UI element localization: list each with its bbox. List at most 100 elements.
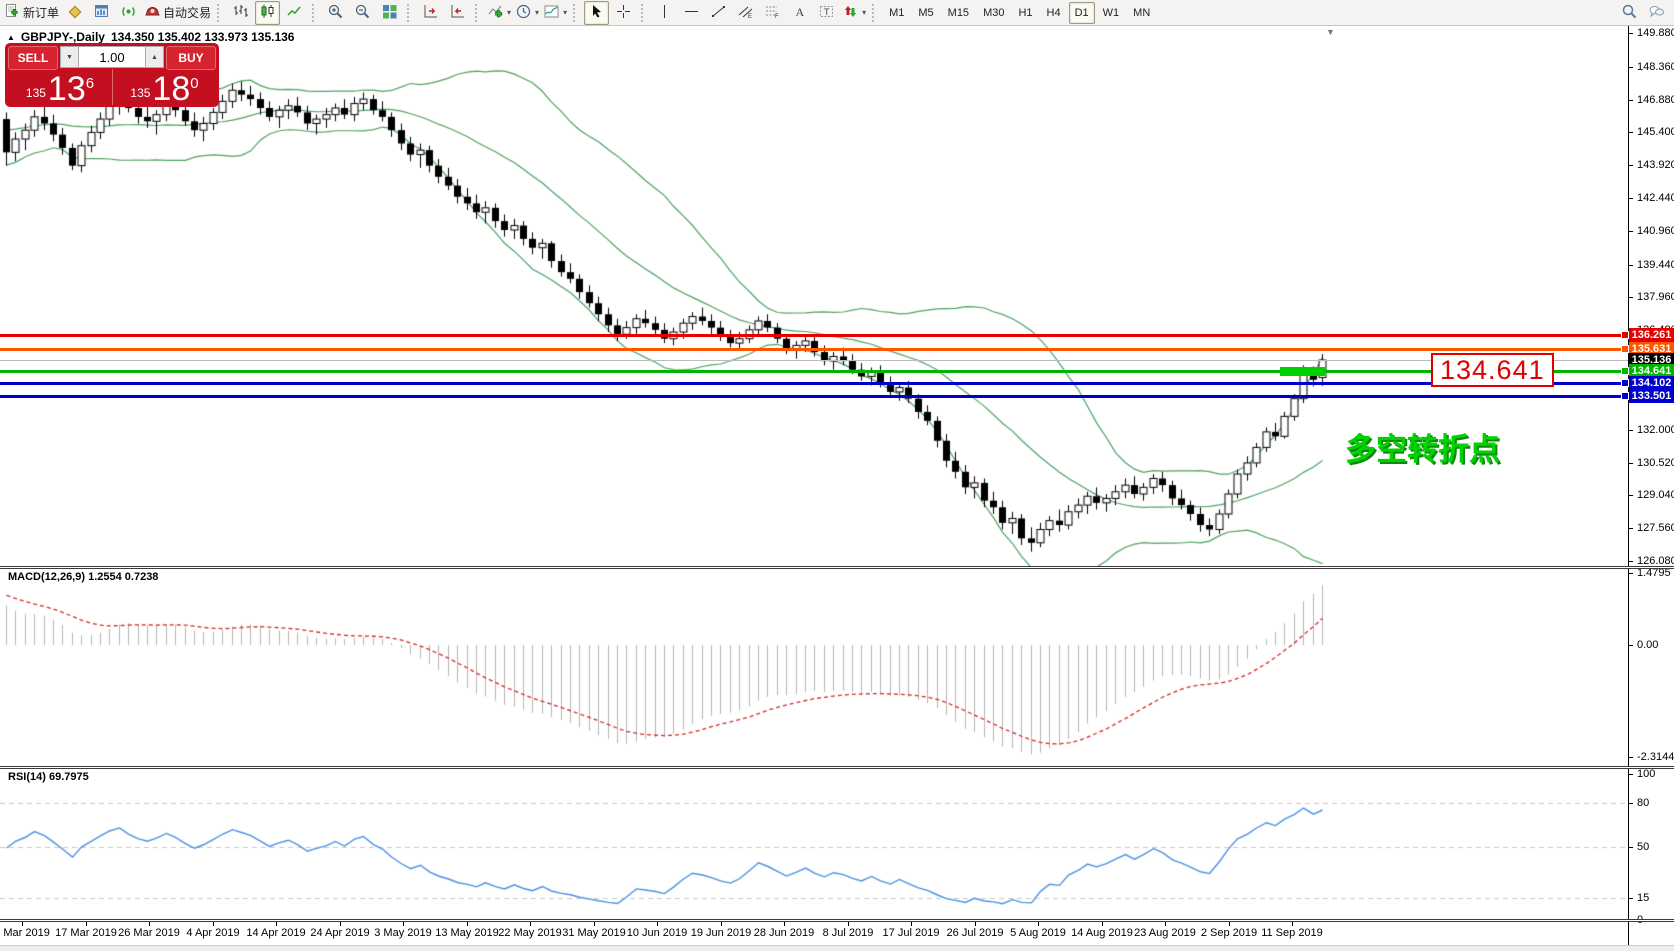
trendline-button[interactable] <box>706 1 731 25</box>
timeframe-m5-button[interactable]: M5 <box>912 2 939 24</box>
equidistant-channel-button[interactable]: E <box>733 1 758 25</box>
panel-separator-rsi[interactable] <box>0 766 1674 769</box>
timeframe-m1-button[interactable]: M1 <box>883 2 910 24</box>
date-tick <box>1292 922 1293 926</box>
timeframe-m30-button[interactable]: M30 <box>977 2 1010 24</box>
buy-price-display[interactable]: 135 18 0 <box>112 69 216 105</box>
horizontal-line-button[interactable] <box>679 1 704 25</box>
date-tick <box>276 922 277 926</box>
volume-increase-button[interactable]: ▲ <box>145 46 164 68</box>
line-chart-button[interactable] <box>282 1 307 25</box>
toolbar-separator <box>407 4 413 22</box>
line-marker-135_631[interactable] <box>1621 345 1629 353</box>
search-button[interactable] <box>1617 1 1642 25</box>
panel-separator-macd[interactable] <box>0 566 1674 569</box>
periods-button[interactable]: ▾ <box>514 1 540 25</box>
hline-134_641[interactable] <box>0 370 1628 373</box>
time-axis[interactable]: 7 Mar 201917 Mar 201926 Mar 20194 Apr 20… <box>0 922 1674 945</box>
volume-decrease-button[interactable]: ▼ <box>60 46 79 68</box>
new-order-icon <box>4 3 21 23</box>
date-label: 24 Apr 2019 <box>310 927 369 939</box>
toolbar-separator <box>573 4 579 22</box>
templates-button[interactable]: ▾ <box>542 1 568 25</box>
timeframe-m15-button[interactable]: M15 <box>942 2 975 24</box>
autotrading-button[interactable]: 自动交易 <box>143 1 212 25</box>
sell-button[interactable]: SELL <box>8 46 58 70</box>
rsi-50-label: 50 <box>1637 841 1649 853</box>
date-tick <box>22 922 23 926</box>
date-tick <box>721 922 722 926</box>
macd-panel-canvas[interactable] <box>0 569 1628 766</box>
buy-price-point: 0 <box>190 75 198 92</box>
date-label: 14 Aug 2019 <box>1071 927 1133 939</box>
chart-shift-button[interactable] <box>445 1 470 25</box>
cursor-button[interactable] <box>584 1 609 25</box>
new-order-button[interactable]: 新订单 <box>3 1 60 25</box>
macd-indicator-label: MACD(12,26,9) 1.2554 0.7238 <box>8 571 158 583</box>
annotation-text[interactable]: 多空转折点 <box>1345 424 1500 469</box>
candlestick-chart-button[interactable] <box>255 1 280 25</box>
autoscroll-icon <box>422 3 439 23</box>
line-marker-136_261[interactable] <box>1621 331 1629 339</box>
line-marker-134_102[interactable] <box>1621 379 1629 387</box>
template-icon <box>543 3 560 23</box>
fibonacci-button[interactable]: F <box>760 1 785 25</box>
rsi-panel-canvas[interactable] <box>0 769 1628 919</box>
text-label-button[interactable]: T <box>814 1 839 25</box>
main-chart-canvas[interactable] <box>0 26 1628 566</box>
chat-icon <box>1648 3 1665 23</box>
chart-title: ▲ GBPJPY-,Daily 134.350 135.402 133.973 … <box>7 30 294 44</box>
hline-133_501[interactable] <box>0 395 1628 398</box>
date-tick <box>975 922 976 926</box>
text-button[interactable]: A <box>787 1 812 25</box>
symbol-period-label: GBPJPY-,Daily <box>21 30 105 44</box>
svg-text:A: A <box>796 5 805 19</box>
hline-134_102[interactable] <box>0 382 1628 385</box>
bars-icon <box>232 3 249 23</box>
linechart-icon <box>286 3 303 23</box>
price-callout-label[interactable]: 134.641 <box>1431 353 1554 387</box>
dropdown-arrow-icon: ▾ <box>563 8 567 17</box>
chart-shift-marker-icon[interactable]: ▼ <box>1326 27 1335 37</box>
arrows-button[interactable]: ▾ <box>841 1 867 25</box>
hline-136_261[interactable] <box>0 334 1628 337</box>
date-tick <box>340 922 341 926</box>
timeframe-w1-button[interactable]: W1 <box>1097 2 1126 24</box>
indicators-icon <box>487 3 504 23</box>
arrows-icon <box>842 3 859 23</box>
date-label: 28 Jun 2019 <box>754 927 815 939</box>
volume-input[interactable]: 1.00 <box>79 46 145 68</box>
search-icon <box>1621 3 1638 23</box>
crosshair-button[interactable] <box>611 1 636 25</box>
sell-price-display[interactable]: 135 13 6 <box>8 69 112 105</box>
collapse-triangle-icon[interactable]: ▲ <box>7 33 15 42</box>
tile-windows-button[interactable] <box>377 1 402 25</box>
bar-chart-button[interactable] <box>228 1 253 25</box>
profiles-button[interactable] <box>62 1 87 25</box>
auto-scroll-button[interactable] <box>418 1 443 25</box>
hline-135_631[interactable] <box>0 348 1628 351</box>
line-marker-133_501[interactable] <box>1621 392 1629 400</box>
highlight-segment[interactable] <box>1280 367 1325 376</box>
date-tick <box>86 922 87 926</box>
timeframe-mn-button[interactable]: MN <box>1127 2 1156 24</box>
zoom-in-button[interactable] <box>323 1 348 25</box>
buy-button[interactable]: BUY <box>166 46 216 70</box>
chat-button[interactable] <box>1644 1 1669 25</box>
vertical-line-button[interactable] <box>652 1 677 25</box>
signals-button[interactable] <box>116 1 141 25</box>
zoom-out-button[interactable] <box>350 1 375 25</box>
date-tick <box>149 922 150 926</box>
indicators-button[interactable]: ▾ <box>486 1 512 25</box>
date-label: 14 Apr 2019 <box>246 927 305 939</box>
date-tick <box>467 922 468 926</box>
clock-icon <box>515 3 532 23</box>
timeframe-h1-button[interactable]: H1 <box>1012 2 1038 24</box>
charts-window-button[interactable] <box>89 1 114 25</box>
line-marker-134_641[interactable] <box>1621 367 1629 375</box>
date-label: 23 Aug 2019 <box>1134 927 1196 939</box>
timeframe-h4-button[interactable]: H4 <box>1041 2 1067 24</box>
dropdown-arrow-icon: ▾ <box>507 8 511 17</box>
price-130.520-label: 130.520 <box>1637 457 1674 469</box>
timeframe-d1-button[interactable]: D1 <box>1069 2 1095 24</box>
